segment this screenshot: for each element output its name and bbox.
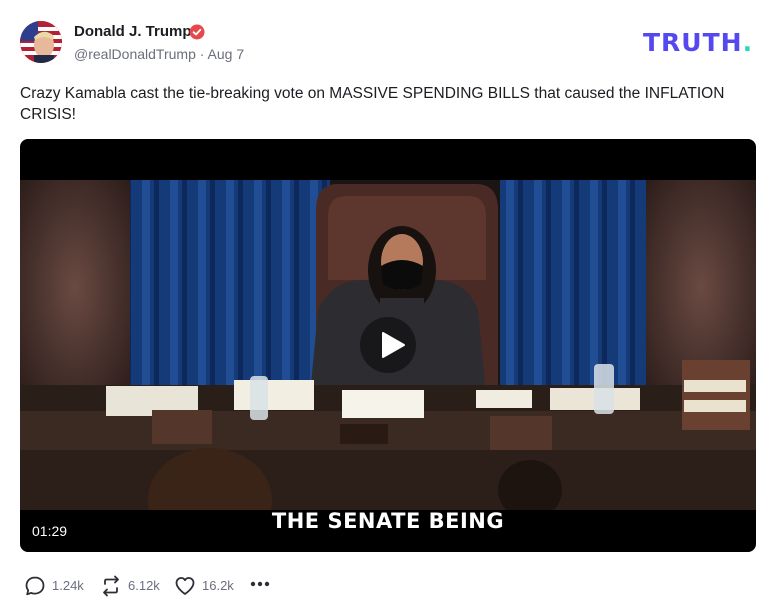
author-handle[interactable]: @realDonaldTrump — [74, 46, 196, 62]
post-date[interactable]: Aug 7 — [208, 46, 245, 62]
like-button[interactable]: 16.2k — [174, 574, 236, 596]
logo-text: TRUTH — [643, 28, 743, 57]
logo-dot: . — [742, 28, 754, 57]
video-player[interactable]: THE SENATE BEING 01:29 — [20, 139, 756, 552]
verified-icon — [189, 24, 205, 40]
play-button[interactable] — [360, 317, 416, 373]
separator: · — [199, 46, 205, 62]
play-icon — [382, 332, 405, 358]
reply-count: 1.24k — [52, 578, 84, 593]
handle-line: @realDonaldTrump · Aug 7 — [74, 46, 244, 62]
video-duration: 01:29 — [32, 523, 68, 539]
truth-logo[interactable]: TRUTH. — [643, 28, 753, 57]
like-count: 16.2k — [202, 578, 234, 593]
post-text: Crazy Kamabla cast the tie-breaking vote… — [20, 85, 725, 123]
avatar[interactable] — [20, 21, 62, 63]
like-icon — [175, 577, 195, 595]
retruth-button[interactable]: 6.12k — [100, 574, 162, 597]
author-name[interactable]: Donald J. Trump — [74, 23, 192, 40]
reply-icon — [25, 576, 45, 596]
retruth-icon — [103, 575, 119, 597]
truth-post: Donald J. Trump @realDonaldTrump · Aug 7… — [0, 0, 777, 615]
more-icon[interactable] — [250, 581, 270, 587]
reply-button[interactable]: 1.24k — [24, 574, 86, 596]
video-caption: THE SENATE BEING — [271, 509, 505, 533]
retruth-count: 6.12k — [128, 578, 160, 593]
